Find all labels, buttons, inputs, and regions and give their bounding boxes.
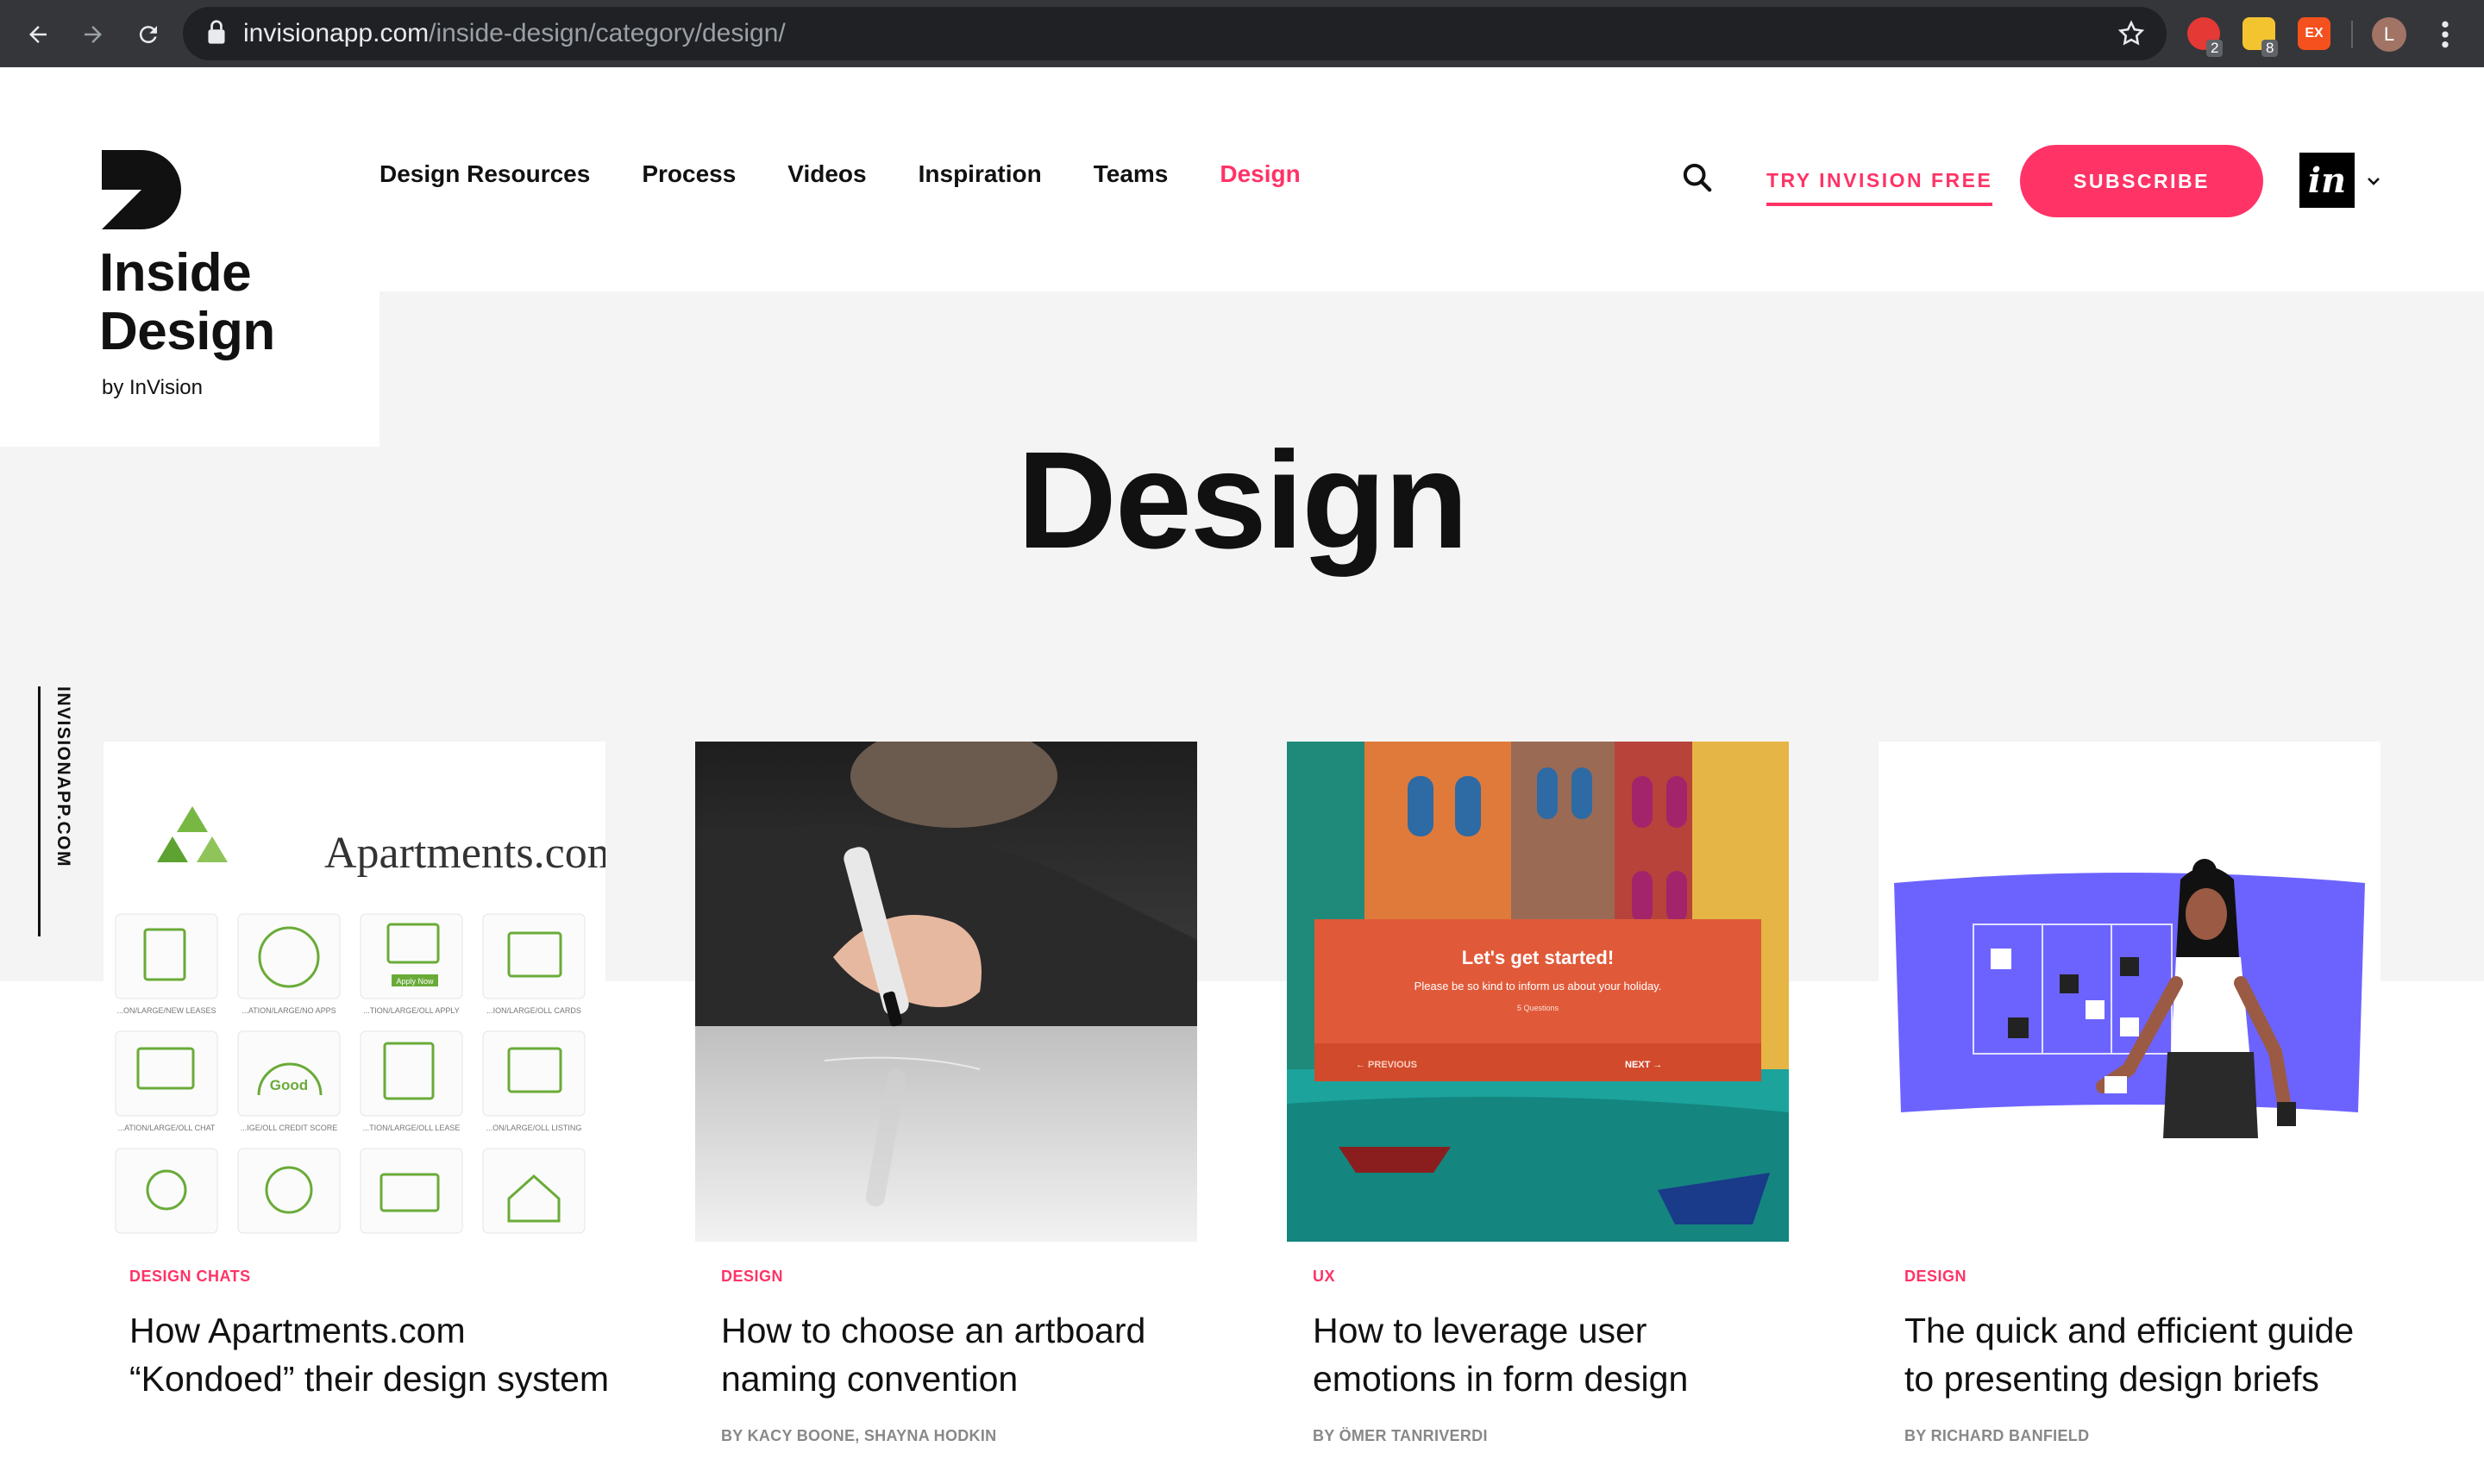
- article-card[interactable]: DESIGN How to choose an artboard naming …: [695, 742, 1197, 1445]
- thumb-apartments-brand: Apartments.com™: [324, 829, 605, 878]
- thumb-apply-label: Apply Now: [396, 977, 434, 986]
- url-domain: invisionapp.com: [243, 19, 430, 47]
- article-thumbnail-design-briefs[interactable]: [1879, 742, 2380, 1242]
- back-icon[interactable]: [19, 16, 57, 53]
- vertical-site-label[interactable]: INVISIONAPP.COM: [38, 686, 73, 936]
- page-title: Design: [1017, 423, 1468, 577]
- thumb-icon-label: ...ON/LARGE/OLL LISTING: [486, 1124, 582, 1132]
- article-category[interactable]: DESIGN: [721, 1268, 1197, 1286]
- main-navigation: Design Resources Process Videos Inspirat…: [380, 160, 1352, 188]
- url-text[interactable]: invisionapp.com/inside-design/category/d…: [243, 19, 786, 48]
- article-title[interactable]: How to leverage user emotions in form de…: [1313, 1306, 1796, 1403]
- thumb-icon-label: ...ON/LARGE/OLL MONEY: [120, 1241, 214, 1242]
- reload-icon[interactable]: [129, 16, 167, 53]
- thumb-icon-label: ...ATION/LARGE/NO APPS: [242, 1006, 336, 1015]
- thumb-dialog-count: 5 Questions: [1517, 1004, 1559, 1012]
- nav-design[interactable]: Design: [1220, 160, 1300, 188]
- page-body: Inside Design by InVision Design Resource…: [0, 67, 2484, 1484]
- thumb-icon-label: ...TION/LARGE/OLL LEASE: [363, 1124, 461, 1132]
- side-label-text: INVISIONAPP.COM: [53, 686, 73, 867]
- thumb-icon-label: ...TION/LARGE/PROPERTY: [485, 1241, 583, 1242]
- nav-design-resources[interactable]: Design Resources: [380, 160, 590, 188]
- extension-badge: 2: [2206, 40, 2224, 57]
- thumb-dialog-next: NEXT →: [1625, 1060, 1662, 1070]
- nav-process[interactable]: Process: [642, 160, 736, 188]
- thumb-icon-label: ...N/LARGE/PAY WITH CC: [365, 1241, 458, 1242]
- extension-badge: 8: [2261, 40, 2279, 57]
- thumb-icon-label: ...N/LARGE/OLL SUPPORT: [241, 1241, 338, 1242]
- chevron-down-icon[interactable]: [2365, 172, 2382, 194]
- thumb-good-label: Good: [270, 1077, 308, 1093]
- try-invision-free-link[interactable]: TRY INVISION FREE: [1766, 169, 1993, 206]
- article-thumbnail-apartments[interactable]: Apartments.com™: [104, 742, 605, 1242]
- thumb-dialog-prev: ← PREVIOUS: [1356, 1060, 1417, 1070]
- article-title[interactable]: The quick and efficient guide to present…: [1904, 1306, 2387, 1403]
- site-logo[interactable]: Inside Design by InVision: [0, 67, 380, 447]
- article-title[interactable]: How to choose an artboard naming convent…: [721, 1306, 1204, 1403]
- article-category[interactable]: DESIGN: [1904, 1268, 2380, 1286]
- thumb-icon-label: ...IGE/OLL CREDIT SCORE: [241, 1124, 338, 1132]
- nav-videos[interactable]: Videos: [787, 160, 866, 188]
- inside-design-logo-icon: [102, 150, 181, 234]
- bookmark-star-icon[interactable]: [2117, 19, 2146, 53]
- article-author[interactable]: BY RICHARD BANFIELD: [1904, 1427, 2380, 1445]
- thumb-icon-label: ...ON/LARGE/NEW LEASES: [116, 1006, 216, 1015]
- article-card[interactable]: DESIGN The quick and efficient guide to …: [1879, 742, 2380, 1445]
- profile-avatar[interactable]: L: [2372, 17, 2406, 52]
- logo-title: Inside Design: [99, 243, 275, 361]
- article-card[interactable]: Let's get started! Please be so kind to …: [1287, 742, 1789, 1445]
- thumb-icon-label: ...ION/LARGE/OLL CARDS: [486, 1006, 581, 1015]
- article-card[interactable]: Apartments.com™: [104, 742, 609, 1403]
- thumb-dialog-text: Please be so kind to inform us about you…: [1414, 980, 1662, 992]
- browser-toolbar: invisionapp.com/inside-design/category/d…: [0, 0, 2484, 67]
- toolbar-divider: [2351, 21, 2353, 48]
- article-author[interactable]: BY KACY BOONE, SHAYNA HODKIN: [721, 1427, 1197, 1445]
- article-author[interactable]: BY ÖMER TANRIVERDI: [1313, 1427, 1789, 1445]
- article-category[interactable]: DESIGN CHATS: [129, 1268, 605, 1286]
- thumb-icon-label: ...ATION/LARGE/OLL CHAT: [118, 1124, 216, 1132]
- extension-ex-icon[interactable]: EX: [2298, 17, 2330, 50]
- article-category[interactable]: UX: [1313, 1268, 1789, 1286]
- browser-menu-icon[interactable]: [2432, 17, 2458, 56]
- lock-icon: [207, 19, 226, 49]
- invision-logo[interactable]: in: [2299, 153, 2355, 208]
- subscribe-button[interactable]: SUBSCRIBE: [2020, 145, 2263, 217]
- url-path: /inside-design/category/design/: [429, 19, 786, 47]
- logo-subtitle: by InVision: [102, 376, 203, 399]
- article-thumbnail-venice[interactable]: Let's get started! Please be so kind to …: [1287, 742, 1789, 1242]
- forward-icon[interactable]: [74, 16, 112, 53]
- article-title[interactable]: How Apartments.com “Kondoed” their desig…: [129, 1306, 612, 1403]
- search-icon[interactable]: [1680, 160, 1715, 199]
- nav-teams[interactable]: Teams: [1094, 160, 1169, 188]
- article-thumbnail-artboard[interactable]: [695, 742, 1197, 1242]
- nav-inspiration[interactable]: Inspiration: [919, 160, 1042, 188]
- thumb-icon-label: ...TION/LARGE/OLL APPLY: [363, 1006, 460, 1015]
- thumb-dialog-title: Let's get started!: [1462, 947, 1614, 968]
